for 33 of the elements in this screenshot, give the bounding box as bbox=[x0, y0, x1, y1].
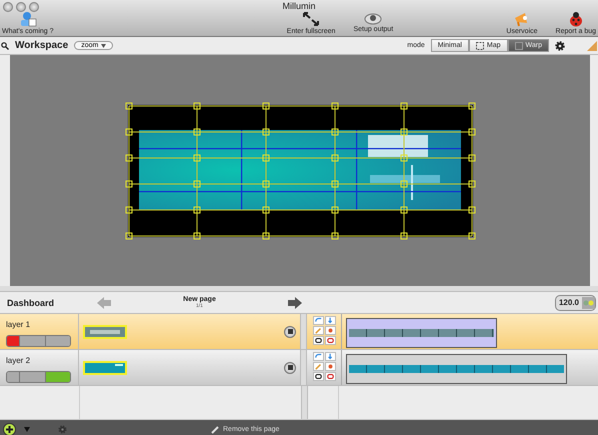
layer-row[interactable]: layer 1 bbox=[0, 314, 598, 350]
layer-name: layer 1 bbox=[6, 320, 32, 329]
caret-icon[interactable] bbox=[24, 427, 30, 432]
pencil-icon bbox=[211, 426, 219, 434]
stop-button[interactable] bbox=[284, 326, 296, 338]
next-arrow-icon[interactable] bbox=[288, 296, 302, 308]
search-icon[interactable] bbox=[1, 42, 9, 50]
clip-thumbnail[interactable] bbox=[83, 324, 127, 338]
grid-square-icon bbox=[514, 42, 523, 50]
layer-row[interactable]: layer 2 bbox=[0, 350, 598, 386]
dashboard-title: Dashboard bbox=[6, 298, 56, 308]
gear-icon[interactable] bbox=[555, 40, 565, 50]
grid-square-icon bbox=[476, 42, 484, 50]
stop-button[interactable] bbox=[284, 362, 296, 374]
add-layer-button[interactable] bbox=[3, 423, 16, 435]
previous-arrow-icon[interactable] bbox=[97, 296, 111, 308]
timeline-clip[interactable] bbox=[346, 318, 497, 348]
loop-arrow-icon[interactable] bbox=[312, 316, 324, 325]
plus-icon bbox=[6, 426, 13, 433]
loop-arrow-icon[interactable] bbox=[312, 352, 324, 361]
timeline-clip[interactable] bbox=[346, 354, 567, 384]
workspace-title: Workspace bbox=[15, 40, 68, 51]
window-title: Millumin bbox=[282, 0, 316, 10]
clip-thumbnail[interactable] bbox=[83, 360, 127, 374]
tempo-display[interactable]: 120.0 bbox=[554, 294, 596, 310]
user-info-icon bbox=[18, 11, 37, 27]
layer-state-segment[interactable] bbox=[46, 336, 70, 346]
caret-icon bbox=[101, 44, 106, 48]
expand-arrows-icon bbox=[302, 11, 320, 27]
sync-dots-icon bbox=[582, 296, 595, 308]
layer-state-segment[interactable] bbox=[7, 372, 20, 382]
layer-state-segment[interactable] bbox=[46, 372, 70, 382]
layer-name: layer 2 bbox=[6, 356, 32, 365]
